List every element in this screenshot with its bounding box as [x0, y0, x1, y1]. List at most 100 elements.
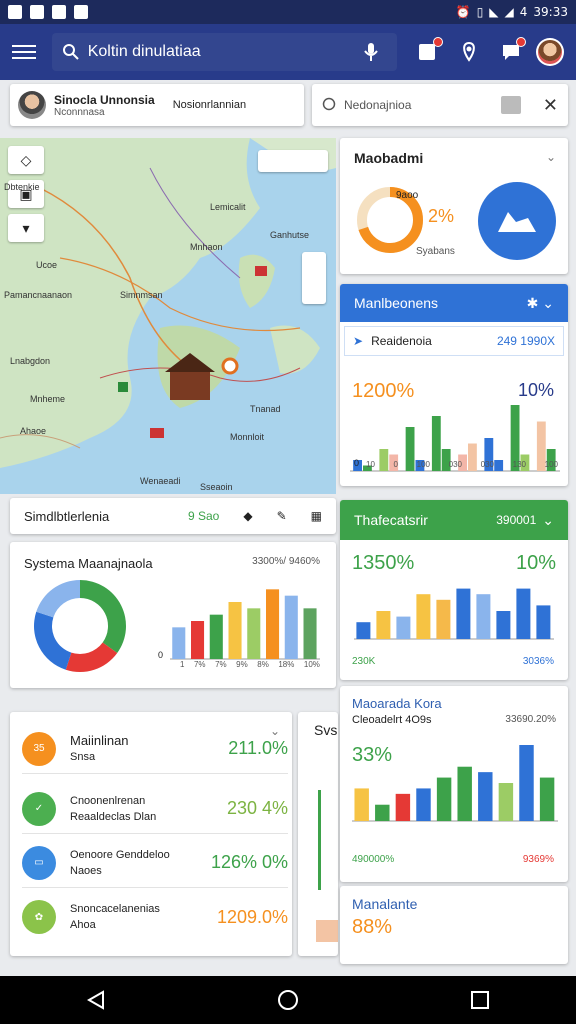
bar-chart-card[interactable]: Manlbeonens ✱ ⌄ ➤ Reaidenoia 249 1990X 1… [340, 284, 568, 486]
card-value: 3300%/ 9460% [252, 556, 320, 567]
toolbar-label: Simdlbtlerlenia [24, 508, 110, 524]
signal-icon: ◢ [504, 5, 514, 19]
map-label: Ahaoe [20, 426, 47, 436]
wifi-icon: ◣ [489, 5, 499, 19]
system-navbar [0, 976, 576, 1024]
notification-icon [30, 5, 44, 19]
avatar [18, 91, 46, 119]
microphone-icon[interactable] [363, 42, 379, 62]
bar [436, 599, 451, 639]
location-icon[interactable] [457, 40, 481, 64]
user-card[interactable]: Sinocla Unnonsia Nconnnasa Nosionrlannia… [10, 84, 304, 126]
chat-icon[interactable]: ◆ [243, 509, 252, 523]
bar [375, 804, 390, 821]
list-value: 126% 0% [210, 852, 288, 872]
green-chart-card[interactable]: Thafecatsrir 390001 ⌄ 1350% 10% 230K 303… [340, 500, 568, 680]
bar [476, 594, 491, 639]
big-value-left: 1350% [352, 552, 415, 574]
bar [516, 588, 531, 639]
tick-label: 7% [215, 660, 227, 669]
bar-chart [352, 745, 558, 822]
filter-icon[interactable] [500, 96, 521, 114]
edit-icon[interactable]: ✎ [277, 509, 287, 523]
profile-avatar[interactable] [536, 38, 565, 66]
list-item[interactable]: ✿ Snoncacelanenias Ahoa 1209.0% [22, 892, 288, 942]
bar [536, 605, 551, 639]
star-icon[interactable]: ✱ ⌄ [527, 295, 554, 312]
close-icon[interactable]: ✕ [543, 95, 558, 116]
notification-badge [432, 37, 443, 47]
bar [519, 745, 534, 821]
app-bar: Koltin dinulatiaa [0, 24, 576, 80]
card-title: Svs [314, 722, 338, 738]
map-label: Sseaoin [200, 482, 233, 492]
save-icon[interactable] [415, 37, 443, 64]
home-icon[interactable] [277, 989, 299, 1011]
card-title: Maobadmi [354, 150, 424, 166]
list-item[interactable]: ✓ Cnoonenlrenan Reaaldeclas Dlan 230 4% [22, 784, 288, 834]
pin-tool-icon[interactable]: ▾ [8, 214, 44, 242]
metrics-list-card[interactable]: ⌄ 35 Maiinlinan Snsa 211.0% ✓ Cnoonenlren… [10, 712, 292, 956]
map-label: Mnhaon [190, 242, 223, 252]
search-field-text: Nedonajnioa [344, 98, 412, 112]
back-icon[interactable] [85, 989, 107, 1011]
grid-icon[interactable]: ▦ [311, 509, 322, 523]
toolbar-value: 9 Sao [188, 509, 220, 523]
bar-chart-card[interactable]: Maoarada Kora Cleoadelrt 4O9s 33690.20% … [340, 686, 568, 882]
recent-apps-icon[interactable] [469, 989, 491, 1011]
map-layer-toggle[interactable] [258, 150, 328, 172]
metric-card[interactable]: Manalante 88% [340, 886, 568, 964]
menu-icon[interactable] [12, 40, 36, 64]
user-extra: Nosionrlannian [172, 99, 247, 111]
bar-chart [354, 588, 554, 640]
map-label: Ucoe [36, 260, 58, 270]
bar [376, 611, 391, 639]
chevron-down-icon[interactable]: ⌄ [542, 512, 554, 529]
list-item[interactable]: 35 Maiinlinan Snsa 211.0% [22, 724, 288, 774]
chat-icon[interactable] [499, 37, 527, 64]
car-icon: ▭ [22, 845, 56, 880]
bar [191, 621, 205, 659]
user-name: Sinocla Unnonsia [54, 92, 155, 107]
bar [478, 772, 493, 821]
hidden-card[interactable]: Svs [298, 712, 338, 956]
pin-icon[interactable] [221, 357, 239, 375]
notification-icon [52, 5, 66, 19]
footer-right: 9369% [522, 854, 554, 865]
tick-label: 0 [393, 460, 398, 469]
zoom-control[interactable] [302, 252, 326, 304]
bar [395, 793, 411, 821]
leaf-icon: ✓ [22, 791, 56, 826]
footer-left: 490000% [352, 854, 395, 865]
card-header: Manlbeonens ✱ ⌄ [340, 284, 568, 322]
tick-label: 10 [366, 460, 375, 469]
list-value: 230 4% [226, 798, 288, 818]
bar [316, 920, 338, 942]
bar [416, 594, 431, 639]
big-value-right: 10% [515, 552, 556, 574]
tick-label: 8% [257, 660, 269, 669]
map-toolbar: Simdlbtlerlenia 9 Sao ◆ ✎ ▦ [10, 498, 336, 534]
bar [318, 790, 321, 890]
compass-icon[interactable]: ◇ [8, 146, 44, 174]
map-tools: ◇ ▣ ▾ [8, 146, 52, 248]
x-axis: 1 7% 7% 9% 8% 18% 10% [180, 660, 320, 669]
list-item[interactable]: ▭ Oenoore Genddeloo Naoes 126% 0% [22, 838, 288, 888]
search-card[interactable]: Nedonajnioa ✕ [312, 84, 568, 126]
chevron-down-icon[interactable]: ⌄ [546, 150, 556, 164]
bar [247, 608, 261, 659]
search-bar[interactable]: Koltin dinulatiaa [51, 33, 398, 71]
map-label: Monnloit [230, 432, 265, 442]
x-axis: 10 0 100 030 030 130 100 [366, 460, 558, 469]
map-label: Dbtenkie [4, 182, 40, 192]
tick-label: 100 [544, 460, 558, 469]
list-title: Maiinlinan [70, 732, 129, 748]
map-label: Mnheme [30, 394, 66, 404]
map-label: Wenaeadi [140, 476, 181, 486]
list-value: 211.0% [228, 738, 288, 758]
map-view[interactable]: ◇ ▣ ▾ Dbtenkie Ucoe Pamancnaanaon Simnms… [0, 138, 336, 494]
summary-card[interactable]: Maobadmi ⌄ 9aoo 2% Syabans [340, 138, 568, 274]
donut-chart-card[interactable]: Systema Maanajnaola 3300%/ 9460% 0 1 7% … [10, 542, 336, 688]
list-title: Snoncacelanenias [70, 903, 160, 915]
pagoda-icon[interactable] [170, 370, 210, 400]
